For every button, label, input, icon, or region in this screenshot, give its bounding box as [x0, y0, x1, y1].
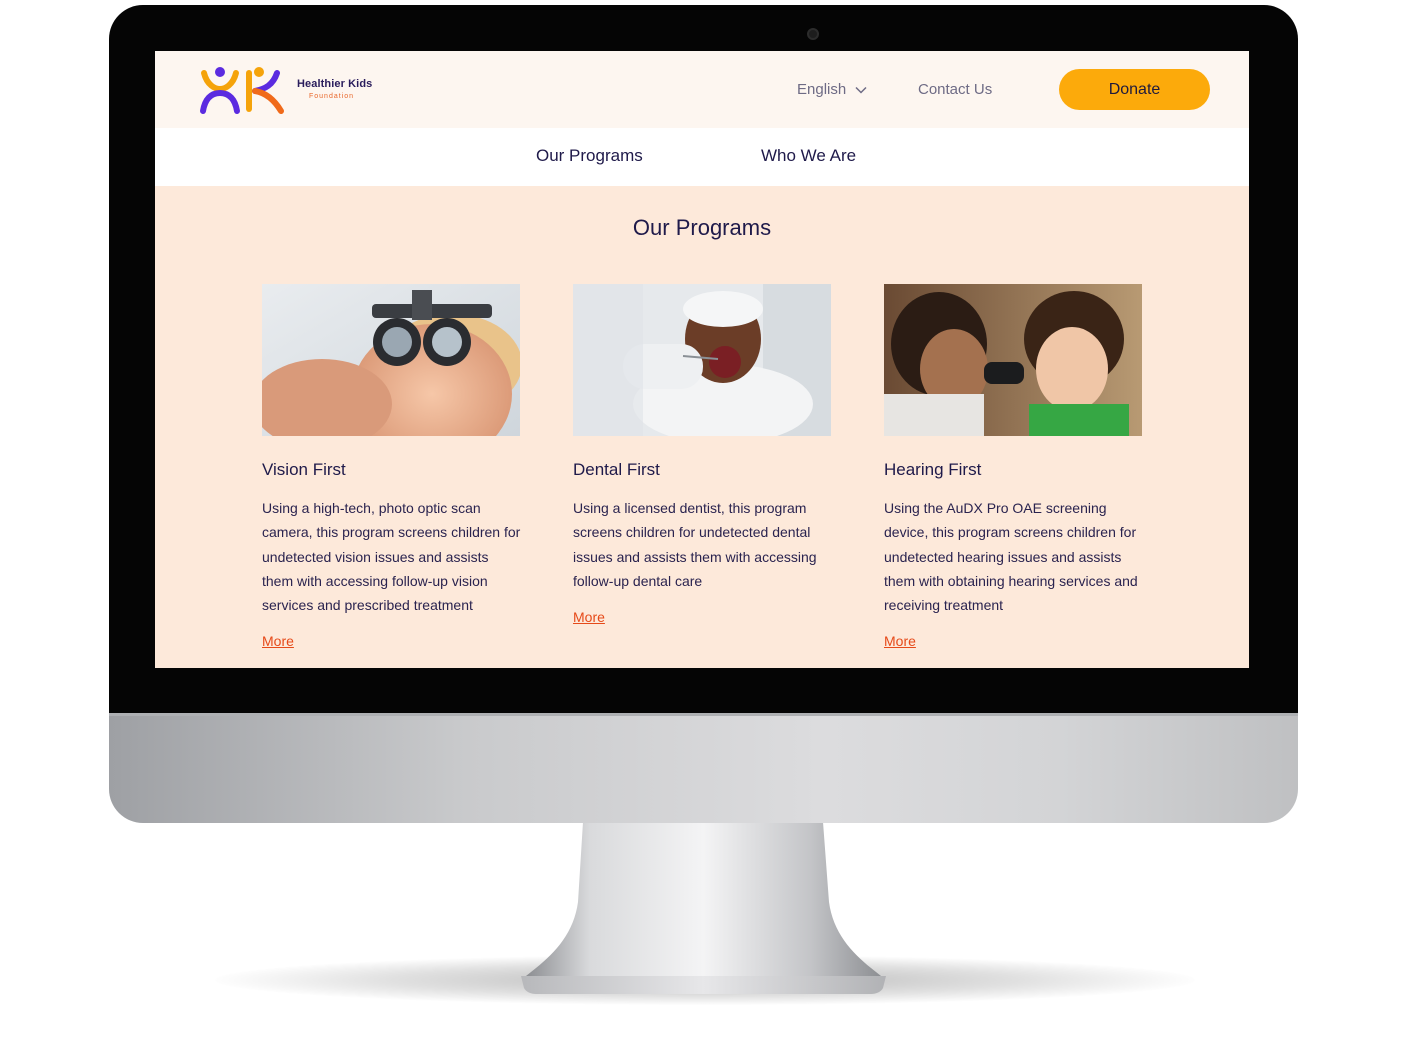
- monitor-stand: [521, 822, 886, 994]
- header-bar: Healthier Kids Foundation English Contac…: [155, 51, 1249, 128]
- chevron-down-icon: [855, 86, 867, 94]
- webcam: [807, 28, 819, 40]
- card-description: Using a licensed dentist, this program s…: [573, 500, 817, 589]
- card-title: Dental First: [573, 460, 660, 479]
- website-screen: Healthier Kids Foundation English Contac…: [155, 51, 1249, 668]
- donate-button[interactable]: Donate: [1059, 69, 1210, 110]
- card-title: Hearing First: [884, 460, 982, 479]
- monitor-chin: [109, 713, 1298, 823]
- nav-our-programs[interactable]: Our Programs: [536, 146, 643, 166]
- chin-edge: [109, 713, 1298, 716]
- dental-photo: [573, 284, 831, 436]
- vision-photo: [262, 284, 520, 436]
- more-link-dental[interactable]: More: [573, 609, 605, 625]
- hearing-photo: [884, 284, 1142, 436]
- programs-heading: Our Programs: [632, 215, 772, 240]
- language-label: English: [797, 81, 847, 98]
- main-nav: Our Programs Who We Are: [155, 128, 1249, 186]
- healthier-kids-logo[interactable]: [199, 65, 289, 115]
- contact-us-link[interactable]: Contact Us: [918, 81, 992, 98]
- brand-text: Healthier Kids Foundation: [297, 78, 372, 100]
- program-card-dental: Dental First Using a licensed dentist, t…: [573, 284, 833, 627]
- brand-name: Healthier Kids: [297, 78, 373, 90]
- more-link-hearing[interactable]: More: [884, 633, 916, 649]
- more-link-vision[interactable]: More: [262, 633, 294, 649]
- brand-subtitle: Foundation: [309, 93, 355, 100]
- program-card-hearing: Hearing First Using the AuDX Pro OAE scr…: [884, 284, 1144, 651]
- language-selector[interactable]: English: [797, 81, 868, 98]
- imac-mockup: Healthier Kids Foundation English Contac…: [0, 0, 1423, 1041]
- card-description: Using the AuDX Pro OAE screening device,…: [884, 500, 1138, 614]
- card-description: Using a high-tech, photo optic scan came…: [262, 500, 521, 614]
- nav-who-we-are[interactable]: Who We Are: [761, 146, 856, 166]
- program-card-vision: Vision First Using a high-tech, photo op…: [262, 284, 522, 651]
- card-title: Vision First: [262, 460, 346, 479]
